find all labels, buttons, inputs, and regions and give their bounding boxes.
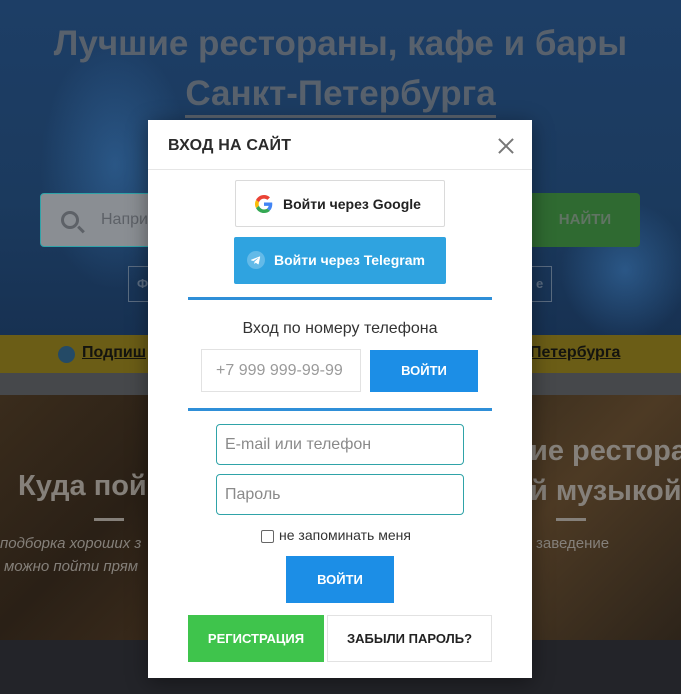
divider <box>556 518 586 521</box>
forgot-password-button[interactable]: ЗАБЫЛИ ПАРОЛЬ? <box>327 615 492 662</box>
telegram-icon <box>247 251 265 269</box>
feature-card-title: ие рестора <box>530 435 681 467</box>
password-field[interactable] <box>216 474 464 515</box>
phone-input[interactable] <box>201 349 361 392</box>
phone-section-title: Вход по номеру телефона <box>242 320 438 337</box>
google-icon <box>255 195 273 213</box>
feature-card-subtitle: заведение <box>536 535 610 552</box>
city-link: Петербурга <box>530 344 621 361</box>
hero-search-button: НАЙТИ <box>530 193 640 247</box>
remember-checkbox[interactable] <box>261 530 274 543</box>
telegram-login-button[interactable]: Войти через Telegram <box>234 237 446 284</box>
section-divider <box>188 408 492 411</box>
hero-search-placeholder: Напри <box>101 211 148 228</box>
search-icon <box>61 211 79 229</box>
close-icon[interactable] <box>497 137 515 155</box>
modal-header: ВХОД НА САЙТ <box>148 120 532 170</box>
divider <box>94 518 124 521</box>
section-divider <box>188 297 492 300</box>
feature-card-subtitle: подборка хороших з <box>0 535 142 552</box>
telegram-icon <box>58 346 75 363</box>
google-login-button[interactable]: Войти через Google <box>235 180 445 227</box>
feature-card-title: Куда пой <box>18 470 147 502</box>
login-modal: ВХОД НА САЙТ Войти через Google Войти че… <box>148 120 532 678</box>
hero-title-city: Санкт-Петербурга <box>0 70 681 118</box>
modal-title: ВХОД НА САЙТ <box>168 137 292 154</box>
google-login-label: Войти через Google <box>283 196 421 212</box>
register-button[interactable]: РЕГИСТРАЦИЯ <box>188 615 324 662</box>
email-field[interactable] <box>216 424 464 465</box>
feature-card-title: й музыкой <box>530 475 681 507</box>
feature-card-subtitle: можно пойти прям <box>4 558 139 575</box>
telegram-login-label: Войти через Telegram <box>274 252 425 268</box>
hero-title: Лучшие рестораны, кафе и бары <box>53 24 628 63</box>
login-button[interactable]: ВОЙТИ <box>286 556 394 603</box>
remember-label: не запоминать меня <box>279 527 411 543</box>
phone-login-button[interactable]: ВОЙТИ <box>370 350 478 392</box>
subscribe-link: Подпиш <box>82 344 147 361</box>
